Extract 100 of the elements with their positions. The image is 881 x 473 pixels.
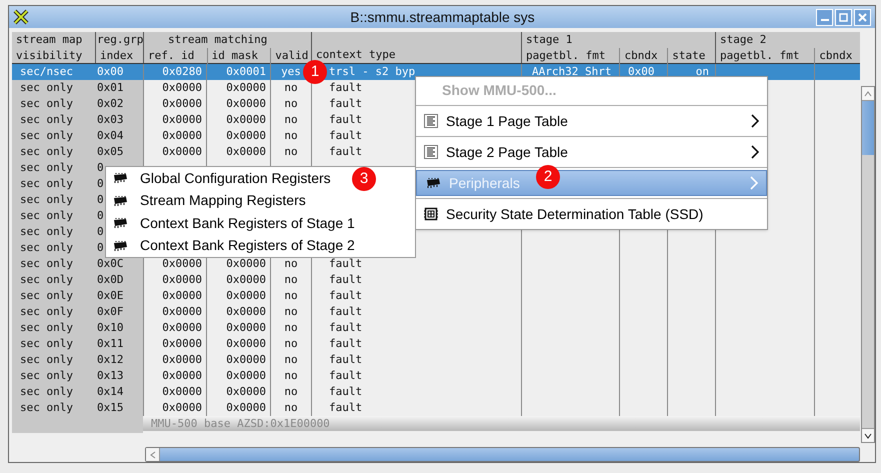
table-cell: 0x0E (97, 288, 124, 304)
table-cell: fault (329, 320, 362, 336)
table-cell: sec only (20, 144, 73, 160)
submenu-item[interactable]: Global Configuration Registers (106, 167, 335, 190)
table-cell: no (284, 400, 298, 416)
table-row[interactable]: sec only 0x12 0x0000 0x0000 no fault (12, 352, 860, 368)
column-group-header: stream map (16, 33, 82, 46)
status-bar: MMU-500 base AZSD:0x1E00000 (143, 416, 860, 431)
table-cell: sec only (20, 304, 73, 320)
table-cell: on (696, 64, 709, 80)
table-cell: 0x0000 (162, 320, 202, 336)
table-row[interactable]: sec only 0x11 0x0000 0x0000 no fault (12, 336, 860, 352)
table-cell: no (284, 256, 298, 272)
table-row[interactable]: sec only 0x0E 0x0000 0x0000 no fault (12, 288, 860, 304)
grid-chip-icon (424, 207, 438, 221)
column-group-header: stage 2 (720, 33, 766, 46)
table-cell: 0x0000 (226, 384, 266, 400)
table-row[interactable]: sec only 0x0F 0x0000 0x0000 no fault (12, 304, 860, 320)
column-group-header: stream matching (167, 33, 268, 46)
column-header: pagetbl. fmt (525, 48, 606, 64)
column-header: context type (315, 47, 396, 63)
chip-icon (425, 178, 441, 188)
table-cell: no (284, 96, 298, 112)
column-group-header: stage 1 (526, 33, 572, 46)
menu-item[interactable]: Stage 2 Page Table (416, 139, 767, 165)
table-cell: 0x0000 (226, 320, 266, 336)
table-cell: 0x0000 (162, 288, 202, 304)
column-header: visibility (15, 48, 84, 64)
minimize-button[interactable] (816, 8, 833, 26)
submenu-item[interactable]: Context Bank Registers of Stage 1 (106, 212, 359, 234)
table-cell: 0x02 (97, 96, 124, 112)
table-cell: sec only (20, 160, 73, 176)
table-cell: 0 (97, 224, 104, 240)
table-cell: 0x0000 (226, 144, 266, 160)
table-cell: 0x0000 (226, 304, 266, 320)
table-cell: no (284, 368, 298, 384)
table-cell: 0 (97, 176, 104, 192)
table-cell: sec only (20, 96, 73, 112)
table-cell: 0x14 (97, 384, 124, 400)
table-cell: 0x0000 (226, 112, 266, 128)
maximize-icon (839, 12, 848, 22)
table-cell: 0x0000 (162, 304, 202, 320)
table-cell: sec only (20, 400, 73, 416)
horizontal-scrollbar[interactable] (145, 447, 860, 462)
column-header: index (99, 48, 134, 64)
table-cell: fault (329, 400, 362, 416)
table-cell: 0 (97, 240, 104, 256)
table-cell: sec only (20, 272, 73, 288)
table-cell: 0x0001 (226, 64, 266, 80)
table-cell: fault (329, 272, 362, 288)
submenu-item[interactable]: Context Bank Registers of Stage 2 (106, 234, 359, 257)
table-cell: 0x0000 (162, 352, 202, 368)
table-row[interactable]: sec only 0x0D 0x0000 0x0000 no fault (12, 272, 860, 288)
crossed-tools-icon (13, 9, 29, 25)
table-cell: sec only (20, 256, 73, 272)
column-header: pagetbl. fmt (719, 48, 800, 64)
table-cell: sec only (20, 80, 73, 96)
table-cell: 0x0000 (226, 400, 266, 416)
table-row[interactable]: sec only 0x10 0x0000 0x0000 no fault (12, 320, 860, 336)
vertical-scrollbar[interactable] (861, 86, 875, 443)
table-cell: no (284, 272, 298, 288)
table-cell: no (284, 304, 298, 320)
table-cell: 0x00 (628, 64, 654, 80)
table-cell: fault (329, 256, 362, 272)
chip-icon (112, 196, 128, 206)
table-cell: 0x0000 (226, 128, 266, 144)
table-cell: 0x10 (97, 320, 124, 336)
scroll-thumb[interactable] (862, 101, 874, 155)
table-cell: no (284, 320, 298, 336)
maximize-button[interactable] (835, 8, 852, 26)
table-cell: sec only (20, 368, 73, 384)
window-title: B::smmu.streammaptable sys (349, 8, 536, 27)
table-cell: fault (329, 304, 362, 320)
table-cell: 0x0000 (162, 256, 202, 272)
menu-item[interactable]: Security State Determination Table (SSD) (416, 201, 767, 227)
table-cell: fault (329, 144, 362, 160)
table-cell: 0x01 (97, 80, 124, 96)
table-cell: 0x0000 (162, 272, 202, 288)
table-cell: 0x0000 (226, 368, 266, 384)
table-row[interactable]: sec only 0x13 0x0000 0x0000 no fault (12, 368, 860, 384)
table-cell: no (284, 80, 298, 96)
table-cell: 0x0000 (162, 144, 202, 160)
table-cell: 0x0000 (226, 336, 266, 352)
table-cell: sec only (20, 384, 73, 400)
submenu-item[interactable]: Stream Mapping Registers (106, 190, 310, 212)
table-row[interactable]: sec only 0x14 0x0000 0x0000 no fault (12, 384, 860, 400)
table-cell: sec only (20, 192, 73, 208)
table-cell: 0x0000 (226, 96, 266, 112)
menu-item[interactable]: Stage 1 Page Table (416, 108, 767, 134)
table-cell: fault (329, 384, 362, 400)
table-cell: 0x0000 (162, 112, 202, 128)
table-cell: sec only (20, 208, 73, 224)
column-header: ref. id (147, 48, 196, 64)
chip-icon (112, 173, 128, 184)
table-cell: fault (329, 128, 362, 144)
table-cell: 0x0000 (226, 80, 266, 96)
table-cell: 0x13 (97, 368, 124, 384)
table-cell: yes (281, 64, 301, 80)
close-button[interactable] (854, 8, 871, 26)
table-cell: sec only (20, 320, 73, 336)
